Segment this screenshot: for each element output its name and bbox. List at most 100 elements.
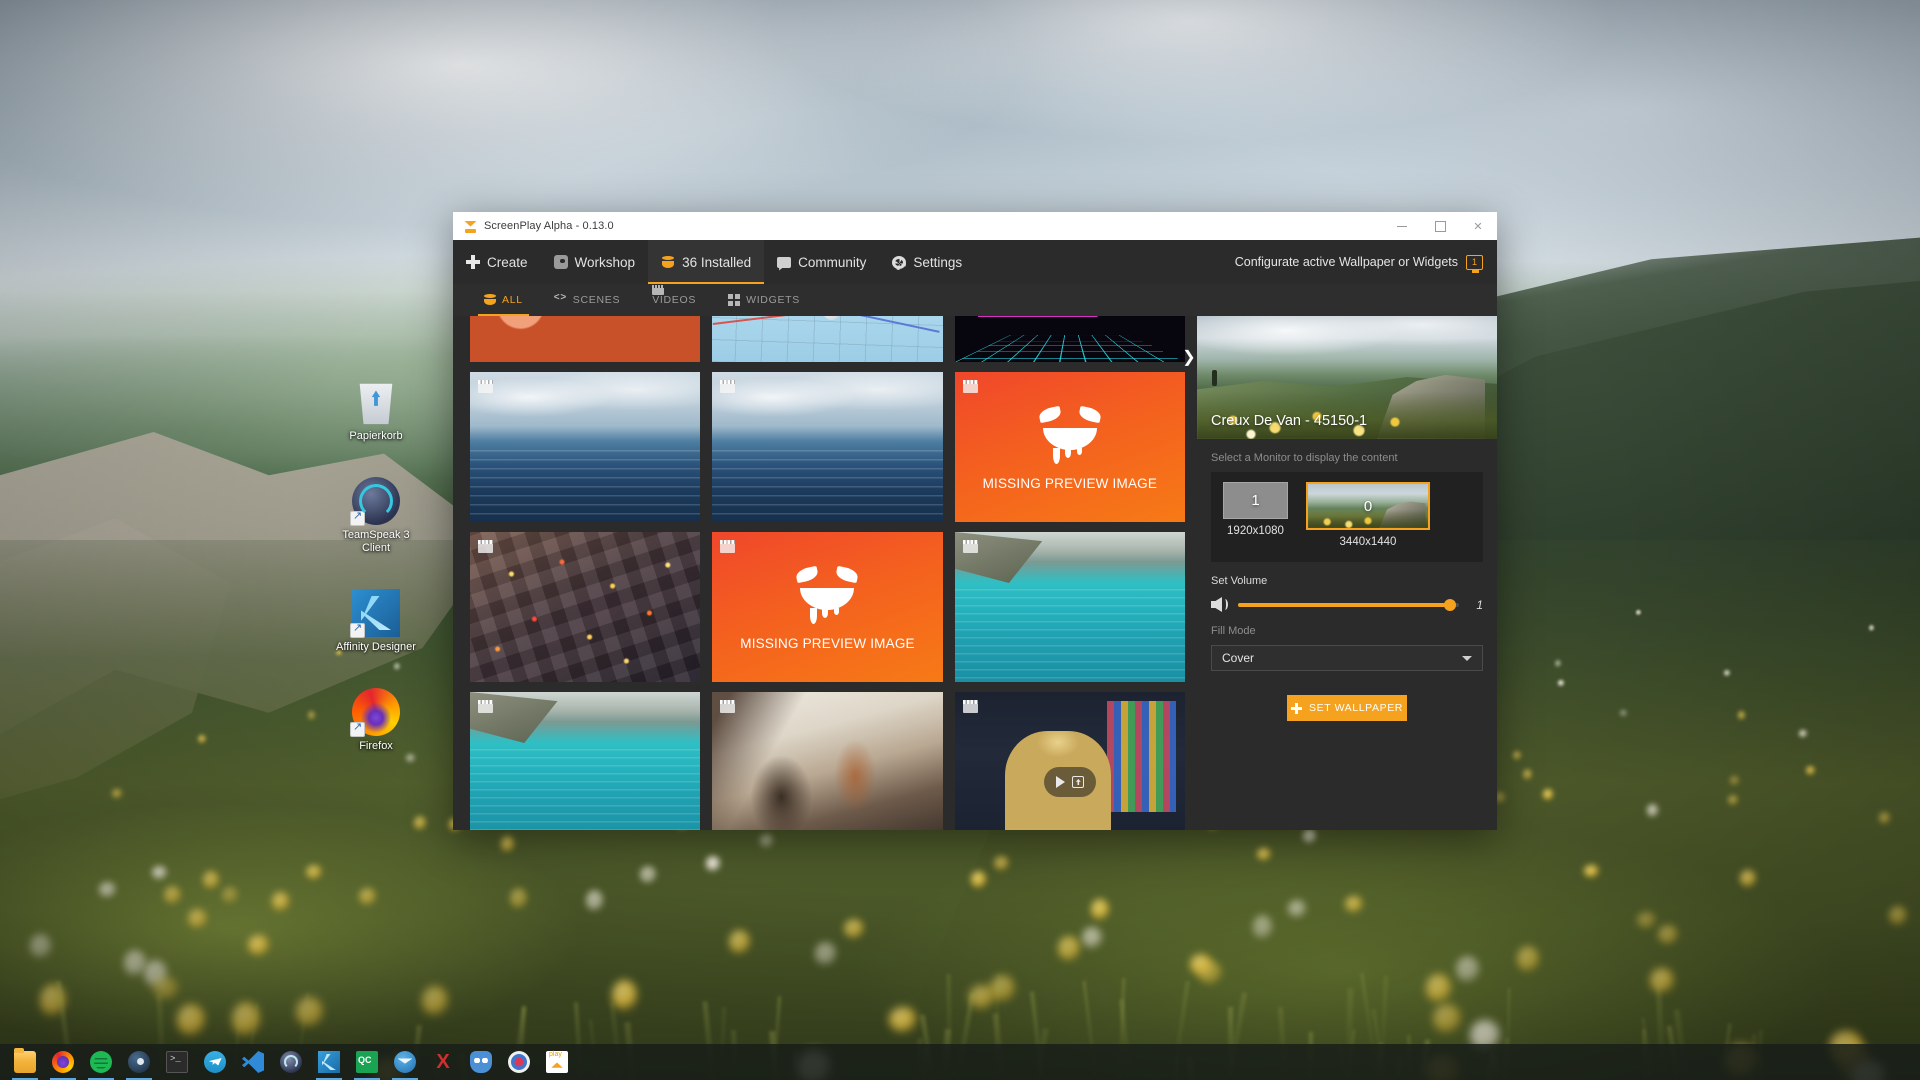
qc-icon: [356, 1051, 378, 1073]
desktop-icon-affinity-designer[interactable]: Affinity Designer: [328, 589, 424, 654]
wallpaper-card[interactable]: [712, 692, 943, 830]
wallpaper-thumbnail: [470, 692, 701, 830]
wallpaper-card[interactable]: [954, 532, 1185, 682]
wallpaper-card[interactable]: [954, 692, 1185, 830]
filter-tab-all[interactable]: ALL: [470, 284, 537, 316]
taskbar-telegram[interactable]: [196, 1044, 234, 1080]
taskbar-affinity-designer[interactable]: [310, 1044, 348, 1080]
nav-tab-community[interactable]: Community: [764, 240, 879, 284]
panel-content: Select a Monitor to display the content …: [1197, 439, 1497, 830]
volume-slider-track[interactable]: [1238, 598, 1459, 611]
plus-icon: [1291, 702, 1303, 714]
taskbar-steam[interactable]: [120, 1044, 158, 1080]
wallpaper-grid[interactable]: MISSING PREVIEW IMAGE MISSING PREVIEW IMA…: [453, 316, 1197, 830]
taskbar-file-explorer[interactable]: [6, 1044, 44, 1080]
thunderbird-icon: [394, 1051, 416, 1073]
main-navigation: Create Workshop 36 Installed Community Setti…: [453, 240, 1497, 284]
missing-preview-face-icon: [790, 564, 864, 626]
nav-tab-workshop[interactable]: Workshop: [541, 240, 649, 284]
panel-collapse-chevron-icon[interactable]: ❯: [1179, 344, 1199, 370]
taskbar-thunderbird[interactable]: [386, 1044, 424, 1080]
telegram-icon: [204, 1051, 226, 1073]
stack-icon: [661, 255, 675, 269]
volume-control[interactable]: 1: [1211, 595, 1483, 612]
wallpaper-card[interactable]: [712, 372, 943, 522]
wallpaper-card[interactable]: MISSING PREVIEW IMAGE: [954, 372, 1185, 522]
filter-tab-label: WIDGETS: [746, 294, 800, 306]
active-monitor-badge[interactable]: 1: [1466, 254, 1483, 273]
spotify-icon: [90, 1051, 112, 1073]
volume-value: 1: [1476, 597, 1483, 612]
taskbar-spotify[interactable]: [82, 1044, 120, 1080]
wallpaper-card[interactable]: MISSING PREVIEW IMAGE: [712, 532, 943, 682]
wallpaper-card[interactable]: [954, 316, 1185, 362]
taskbar-audacity[interactable]: [500, 1044, 538, 1080]
missing-preview-label: MISSING PREVIEW IMAGE: [740, 635, 915, 651]
monitor-screen[interactable]: 0: [1306, 482, 1430, 530]
windows-taskbar[interactable]: [0, 1044, 1920, 1080]
nav-tab-label: Community: [798, 254, 867, 270]
wallpaper-preview: Creux De Van - 45150-1: [1197, 316, 1497, 439]
video-icon: [652, 285, 665, 295]
firefox-icon: [52, 1051, 74, 1073]
monitor-screen[interactable]: 1: [1223, 482, 1288, 519]
filter-tab-scenes[interactable]: SCENES: [541, 284, 634, 316]
window-titlebar[interactable]: ScreenPlay Alpha - 0.13.0: [453, 212, 1497, 240]
wallpaper-thumbnail: [712, 372, 943, 522]
filter-tab-widgets[interactable]: WIDGETS: [714, 284, 814, 316]
set-wallpaper-button[interactable]: SET WALLPAPER: [1287, 695, 1407, 721]
wallpaper-card[interactable]: [470, 372, 701, 522]
nav-tab-create[interactable]: Create: [453, 240, 541, 284]
filter-tab-bar: ALL SCENES VIDEOS WIDGETS: [453, 284, 1497, 316]
chat-icon: [777, 256, 792, 268]
plus-icon: [466, 255, 480, 269]
nav-tab-36-installed[interactable]: 36 Installed: [648, 240, 765, 284]
taskbar-krita[interactable]: [424, 1044, 462, 1080]
window-body: MISSING PREVIEW IMAGE MISSING PREVIEW IMA…: [453, 316, 1497, 830]
volume-slider-handle[interactable]: [1444, 598, 1457, 611]
wallpaper-card[interactable]: [712, 316, 943, 362]
taskbar-godot[interactable]: [462, 1044, 500, 1080]
taskbar-teamspeak[interactable]: [272, 1044, 310, 1080]
volume-label: Set Volume: [1211, 575, 1268, 587]
wallpaper-card[interactable]: [470, 692, 701, 830]
video-type-icon: [720, 700, 736, 713]
taskbar-terminal[interactable]: [158, 1044, 196, 1080]
taskbar-qc[interactable]: [348, 1044, 386, 1080]
steam-icon: [128, 1051, 150, 1073]
nav-tab-label: 36 Installed: [682, 254, 752, 270]
desktop: Papierkorb TeamSpeak 3 Client Affinity Des…: [0, 0, 1920, 1080]
monitor-option-1[interactable]: 1 1920x1080: [1223, 482, 1288, 537]
shortcut-arrow-icon: [350, 509, 365, 526]
configure-wallpaper-area[interactable]: Configurate active Wallpaper or Widgets …: [1235, 240, 1497, 284]
shortcut-arrow-icon: [350, 621, 365, 638]
recycle-bin-icon: [359, 383, 393, 425]
window-title: ScreenPlay Alpha - 0.13.0: [484, 220, 614, 232]
wallpaper-card[interactable]: [470, 532, 701, 682]
wallpaper-card[interactable]: [470, 316, 701, 362]
taskbar-screenplay[interactable]: [538, 1044, 576, 1080]
fill-mode-dropdown[interactable]: Cover: [1211, 645, 1483, 671]
fill-mode-label: Fill Mode: [1211, 625, 1256, 637]
play-icon[interactable]: [1055, 776, 1065, 788]
play-overlay[interactable]: [1043, 767, 1096, 797]
taskbar-vscode[interactable]: [234, 1044, 272, 1080]
godot-icon: [470, 1051, 492, 1073]
maximize-button[interactable]: [1421, 212, 1459, 240]
set-wallpaper-icon[interactable]: [1071, 776, 1084, 788]
desktop-icon-firefox[interactable]: Firefox: [328, 688, 424, 753]
desktop-icon-teamspeak-3-client[interactable]: TeamSpeak 3 Client: [328, 477, 424, 555]
desktop-icon-papierkorb[interactable]: Papierkorb: [328, 378, 424, 443]
teamspeak-icon: [280, 1051, 302, 1073]
minimize-button[interactable]: [1383, 212, 1421, 240]
active-monitor-count: 1: [1471, 256, 1477, 267]
monitor-option-0[interactable]: 0 3440x1440: [1306, 482, 1430, 548]
video-type-icon: [962, 380, 978, 393]
configuration-panel: ❯ Creux De Van - 45150-1 Select a Monito…: [1182, 316, 1497, 830]
close-button[interactable]: [1459, 212, 1497, 240]
taskbar-firefox[interactable]: [44, 1044, 82, 1080]
nav-tab-settings[interactable]: Settings: [879, 240, 975, 284]
wallpaper-thumbnail: [712, 316, 943, 362]
titlebar-left: ScreenPlay Alpha - 0.13.0: [453, 220, 1383, 233]
filter-tab-videos[interactable]: VIDEOS: [638, 284, 710, 316]
